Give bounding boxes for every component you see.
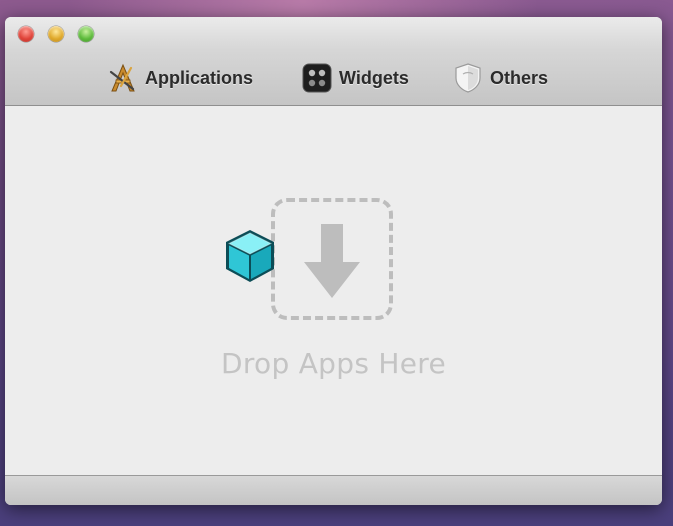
toolbar-item-label: Others — [490, 67, 549, 88]
toolbar-item-label: Applications — [145, 67, 254, 88]
toolbar: Applications Widgets Others — [5, 50, 662, 106]
bottom-bar — [5, 475, 662, 505]
drop-hint-label: Drop Apps Here — [220, 347, 447, 380]
drop-target[interactable] — [271, 198, 393, 320]
toolbar-item-applications[interactable]: Applications — [107, 62, 253, 94]
toolbar-item-label: Widgets — [339, 67, 409, 88]
applications-icon — [107, 62, 139, 94]
zoom-button[interactable] — [78, 26, 94, 42]
others-icon — [452, 62, 484, 94]
drop-area[interactable]: Drop Apps Here — [5, 106, 662, 475]
widgets-icon — [301, 62, 333, 94]
toolbar-item-widgets[interactable]: Widgets — [301, 62, 409, 94]
toolbar-item-others[interactable]: Others — [452, 62, 548, 94]
download-arrow-icon — [304, 224, 360, 298]
app-window: Applications Widgets Others Drop Apps He… — [5, 17, 662, 505]
minimize-button[interactable] — [48, 26, 64, 42]
app-cube-icon[interactable] — [222, 227, 278, 285]
close-button[interactable] — [18, 26, 34, 42]
title-bar[interactable] — [5, 17, 662, 50]
